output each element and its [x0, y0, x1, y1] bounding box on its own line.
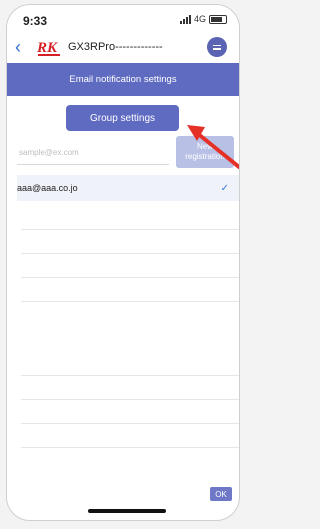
list-divider: [21, 253, 239, 254]
battery-icon: [209, 14, 227, 24]
network-label: 4G: [193, 14, 206, 24]
list-item[interactable]: aaa@aaa.co.jo ✓: [17, 175, 239, 201]
list-divider: [21, 375, 239, 376]
list-divider: [21, 277, 239, 278]
email-input[interactable]: [17, 141, 169, 165]
phone-screen: 9:33 4G ‹ RK GX3RPro------------- Email …: [6, 4, 240, 521]
new-registration-button[interactable]: New registration: [176, 136, 234, 168]
ok-button[interactable]: OK: [210, 487, 232, 501]
status-indicators: 4G: [179, 14, 227, 24]
rk-logo-icon: RK: [36, 40, 60, 56]
group-settings-button[interactable]: Group settings: [66, 105, 179, 131]
home-indicator: [88, 509, 166, 513]
new-registration-label-line2: registration: [185, 152, 225, 161]
email-list: aaa@aaa.co.jo ✓: [17, 175, 239, 201]
back-icon[interactable]: ‹: [15, 38, 21, 56]
app-name: GX3RPro-------------: [68, 41, 163, 53]
list-divider: [21, 399, 239, 400]
svg-text:RK: RK: [36, 40, 58, 56]
signal-icon: [179, 14, 191, 24]
page-title: Email notification settings: [7, 63, 239, 96]
status-bar: 9:33 4G: [7, 5, 239, 31]
new-registration-label-line1: New: [196, 142, 213, 151]
email-address: aaa@aaa.co.jo: [17, 183, 78, 193]
menu-button[interactable]: [207, 37, 227, 57]
app-header: ‹ RK GX3RPro-------------: [7, 33, 239, 63]
menu-icon: [213, 44, 221, 51]
list-divider: [21, 447, 239, 448]
status-time: 9:33: [23, 14, 48, 28]
check-icon: ✓: [220, 182, 229, 194]
list-divider: [21, 229, 239, 230]
list-divider: [21, 423, 239, 424]
list-divider: [21, 301, 239, 302]
